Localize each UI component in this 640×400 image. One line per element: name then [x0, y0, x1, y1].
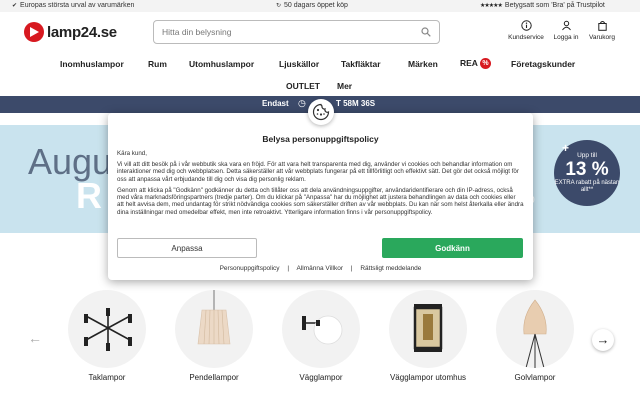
- nav-item-inomhuslampor[interactable]: Inomhuslampor: [60, 59, 124, 69]
- category-card-golvlampor[interactable]: Golvlampor: [495, 290, 575, 382]
- promo-text: EXTRA rabatt på nästan allt**: [554, 180, 620, 193]
- promo-value: 13 %: [565, 159, 609, 180]
- accept-button[interactable]: Godkänn: [382, 238, 523, 258]
- category-image: [68, 290, 146, 368]
- category-label: Vägglampor utomhus: [389, 373, 467, 382]
- cookie-icon: [312, 103, 330, 121]
- category-card-taklampor[interactable]: Taklampor: [67, 290, 147, 382]
- carousel-next-arrow-icon[interactable]: →: [592, 329, 614, 351]
- nav-item-ljuskallor[interactable]: Ljuskällor: [279, 59, 319, 69]
- site-logo[interactable]: lamp24.se: [24, 22, 117, 42]
- plus-icon: +: [562, 141, 570, 155]
- topbar-trustpilot-text: Betygsatt som 'Bra' på Trustpilot: [504, 2, 605, 9]
- topbar-return-text: 50 dagars öppet köp: [284, 2, 348, 9]
- category-label: Pendellampor: [189, 373, 239, 382]
- category-image: [175, 290, 253, 368]
- shopping-bag-icon: [597, 21, 607, 31]
- cookie-paragraph-1: Vi vill att ditt besök på i vår webbutik…: [117, 160, 519, 183]
- nav-item-mer[interactable]: Mer: [337, 81, 352, 91]
- link-separator: |: [350, 265, 353, 272]
- category-card-vagglampor[interactable]: Vägglampor: [281, 290, 361, 382]
- return-icon: ↻: [276, 3, 282, 9]
- privacy-policy-link[interactable]: Personuppgiftspolicy: [220, 265, 280, 272]
- cookie-dialog-body: Kära kund, Vi vill att ditt besök på i v…: [117, 150, 524, 220]
- cookie-greeting: Kära kund,: [117, 150, 147, 157]
- cart-link[interactable]: Varukorg: [580, 20, 624, 41]
- logo-icon: [24, 22, 44, 42]
- customer-service-label: Kundservice: [508, 34, 544, 41]
- floor-lamp-icon: [523, 299, 547, 368]
- pendant-lamp-icon: [197, 290, 231, 345]
- adjust-button[interactable]: Anpassa: [117, 238, 257, 258]
- site-header: lamp24.se Kundservice Logga in Varukorg: [0, 12, 640, 54]
- user-icon: [561, 20, 571, 31]
- cookie-icon-badge: [308, 99, 334, 125]
- search-box: [153, 20, 440, 44]
- nav-item-outlet[interactable]: OUTLET: [286, 81, 320, 91]
- category-image: [496, 290, 574, 368]
- top-info-bar: ✔ Europas största urval av varumärken ↻ 50…: [0, 0, 640, 12]
- nav-item-rea[interactable]: REA%: [460, 58, 491, 70]
- link-separator: |: [287, 265, 290, 272]
- topbar-brands-text: Europas största urval av varumärken: [20, 2, 135, 9]
- category-card-vagglampor-utomhus[interactable]: Vägglampor utomhus: [388, 290, 468, 382]
- countdown-label: Endast: [262, 99, 289, 108]
- login-label: Logga in: [553, 34, 579, 41]
- nav-item-foretagskunder[interactable]: Företagskunder: [511, 59, 575, 69]
- carousel-prev-arrow-icon[interactable]: ←: [28, 330, 42, 346]
- cart-label: Varukorg: [589, 34, 615, 41]
- rating-stars-icon: ★★★★★: [480, 3, 503, 9]
- customer-service-link[interactable]: Kundservice: [504, 20, 548, 41]
- ceiling-lamp-icon: [84, 308, 132, 351]
- search-input[interactable]: [154, 21, 404, 43]
- search-icon[interactable]: [421, 27, 431, 37]
- cookie-paragraph-2: Genom att klicka på "Godkänn" godkänner …: [117, 186, 524, 216]
- legal-notice-link[interactable]: Rättsligt meddelande: [360, 265, 421, 272]
- main-navigation: Inomhuslampor Rum Utomhuslampor Ljuskäll…: [0, 54, 640, 96]
- cookie-consent-dialog: Belysa personuppgiftspolicy Kära kund, V…: [108, 99, 533, 280]
- percent-badge-icon: %: [479, 58, 491, 70]
- info-icon: [520, 20, 532, 31]
- category-label: Golvlampor: [514, 373, 556, 382]
- logo-text: lamp24.se: [47, 23, 117, 41]
- nav-item-takflaktar[interactable]: Takfläktar: [341, 59, 381, 69]
- nav-item-rum[interactable]: Rum: [148, 59, 167, 69]
- nav-item-marken[interactable]: Märken: [408, 59, 438, 69]
- check-icon: ✔: [12, 3, 18, 9]
- outdoor-wall-lamp-icon: [413, 304, 443, 352]
- hero-big-text: R: [76, 175, 102, 216]
- category-image: [282, 290, 360, 368]
- category-image: [389, 290, 467, 368]
- category-label: Vägglampor: [299, 373, 343, 382]
- nav-item-rea-label: REA: [460, 58, 478, 68]
- cookie-dialog-links: Personuppgiftspolicy | Allmänna Villkor …: [108, 265, 533, 272]
- countdown-time: T 58M 36S: [336, 99, 376, 108]
- category-card-pendellampor[interactable]: Pendellampor: [174, 290, 254, 382]
- clock-icon: ◷: [298, 98, 306, 108]
- nav-item-utomhuslampor[interactable]: Utomhuslampor: [189, 59, 254, 69]
- cookie-dialog-title: Belysa personuppgiftspolicy: [262, 134, 379, 144]
- terms-link[interactable]: Allmänna Villkor: [297, 265, 343, 272]
- wall-lamp-icon: [302, 315, 343, 345]
- category-label: Taklampor: [88, 373, 126, 382]
